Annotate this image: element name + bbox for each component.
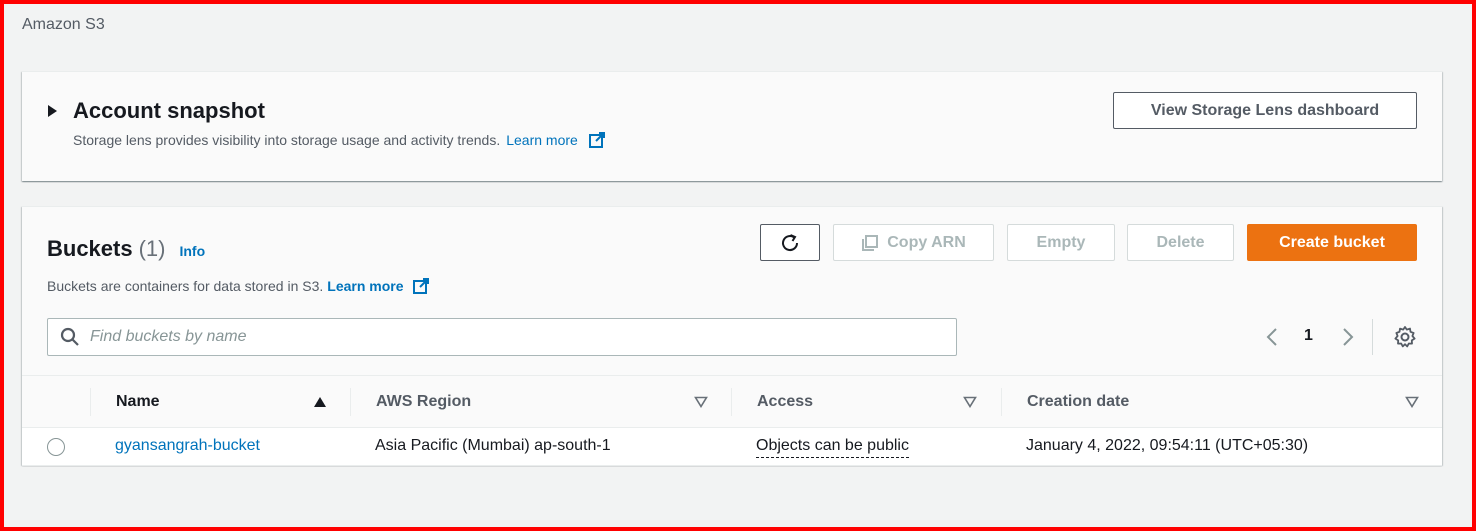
- delete-button[interactable]: Delete: [1127, 224, 1234, 261]
- column-separator: [350, 388, 351, 416]
- table-row[interactable]: gyansangrah-bucket Asia Pacific (Mumbai)…: [22, 428, 1442, 466]
- external-link-icon[interactable]: [412, 277, 430, 295]
- info-link[interactable]: Info: [179, 243, 205, 259]
- external-link-icon[interactable]: [588, 131, 606, 149]
- snapshot-learn-more-link[interactable]: Learn more: [506, 132, 578, 148]
- account-snapshot-panel: Account snapshot Storage lens provides v…: [22, 71, 1442, 181]
- buckets-header: Buckets (1) Info: [47, 236, 205, 262]
- empty-button[interactable]: Empty: [1007, 224, 1115, 261]
- breadcrumb[interactable]: Amazon S3: [22, 16, 105, 34]
- snapshot-description: Storage lens provides visibility into st…: [73, 131, 606, 149]
- copy-arn-label: Copy ARN: [887, 233, 966, 251]
- buckets-count: (1): [138, 236, 166, 261]
- snapshot-title[interactable]: Account snapshot: [73, 98, 265, 124]
- column-header-access[interactable]: Access: [757, 376, 813, 428]
- bucket-name-link[interactable]: gyansangrah-bucket: [115, 437, 260, 455]
- buckets-title: Buckets: [47, 236, 133, 261]
- snapshot-description-text: Storage lens provides visibility into st…: [73, 132, 501, 148]
- sort-ascending-icon[interactable]: [313, 396, 327, 408]
- column-separator: [731, 388, 732, 416]
- sort-unsorted-icon[interactable]: [1405, 396, 1419, 408]
- bucket-region: Asia Pacific (Mumbai) ap-south-1: [375, 437, 611, 454]
- search-box[interactable]: [47, 318, 957, 356]
- sort-unsorted-icon[interactable]: [963, 396, 977, 408]
- buckets-panel: Buckets (1) Info Buckets are containers …: [22, 206, 1442, 466]
- page-number[interactable]: 1: [1304, 327, 1313, 345]
- view-storage-lens-button[interactable]: View Storage Lens dashboard: [1113, 92, 1417, 129]
- search-icon: [60, 327, 79, 346]
- refresh-button[interactable]: [760, 224, 820, 261]
- copy-arn-button[interactable]: Copy ARN: [833, 224, 994, 261]
- column-separator: [90, 388, 91, 416]
- bucket-access-status[interactable]: Objects can be public: [756, 437, 909, 458]
- column-header-region[interactable]: AWS Region: [376, 376, 471, 428]
- pager-divider: [1372, 319, 1373, 355]
- chevron-left-icon[interactable]: [1262, 326, 1284, 348]
- refresh-icon: [782, 233, 799, 251]
- table-header: Name AWS Region Access Creation date: [22, 375, 1442, 428]
- chevron-right-icon[interactable]: [1336, 326, 1358, 348]
- search-input[interactable]: [90, 328, 930, 346]
- buckets-learn-more-link[interactable]: Learn more: [327, 278, 403, 294]
- column-header-creation-date[interactable]: Creation date: [1027, 376, 1129, 428]
- buckets-description-text: Buckets are containers for data stored i…: [47, 278, 324, 294]
- column-header-name[interactable]: Name: [116, 376, 160, 428]
- bucket-creation-date: January 4, 2022, 09:54:11 (UTC+05:30): [1026, 437, 1309, 454]
- sort-unsorted-icon[interactable]: [694, 396, 708, 408]
- row-select-radio[interactable]: [47, 438, 65, 456]
- expand-caret-icon[interactable]: [48, 105, 57, 117]
- gear-icon[interactable]: [1393, 325, 1417, 349]
- column-separator: [1001, 388, 1002, 416]
- buckets-description: Buckets are containers for data stored i…: [47, 277, 430, 295]
- create-bucket-button[interactable]: Create bucket: [1247, 224, 1417, 261]
- copy-icon: [862, 234, 879, 251]
